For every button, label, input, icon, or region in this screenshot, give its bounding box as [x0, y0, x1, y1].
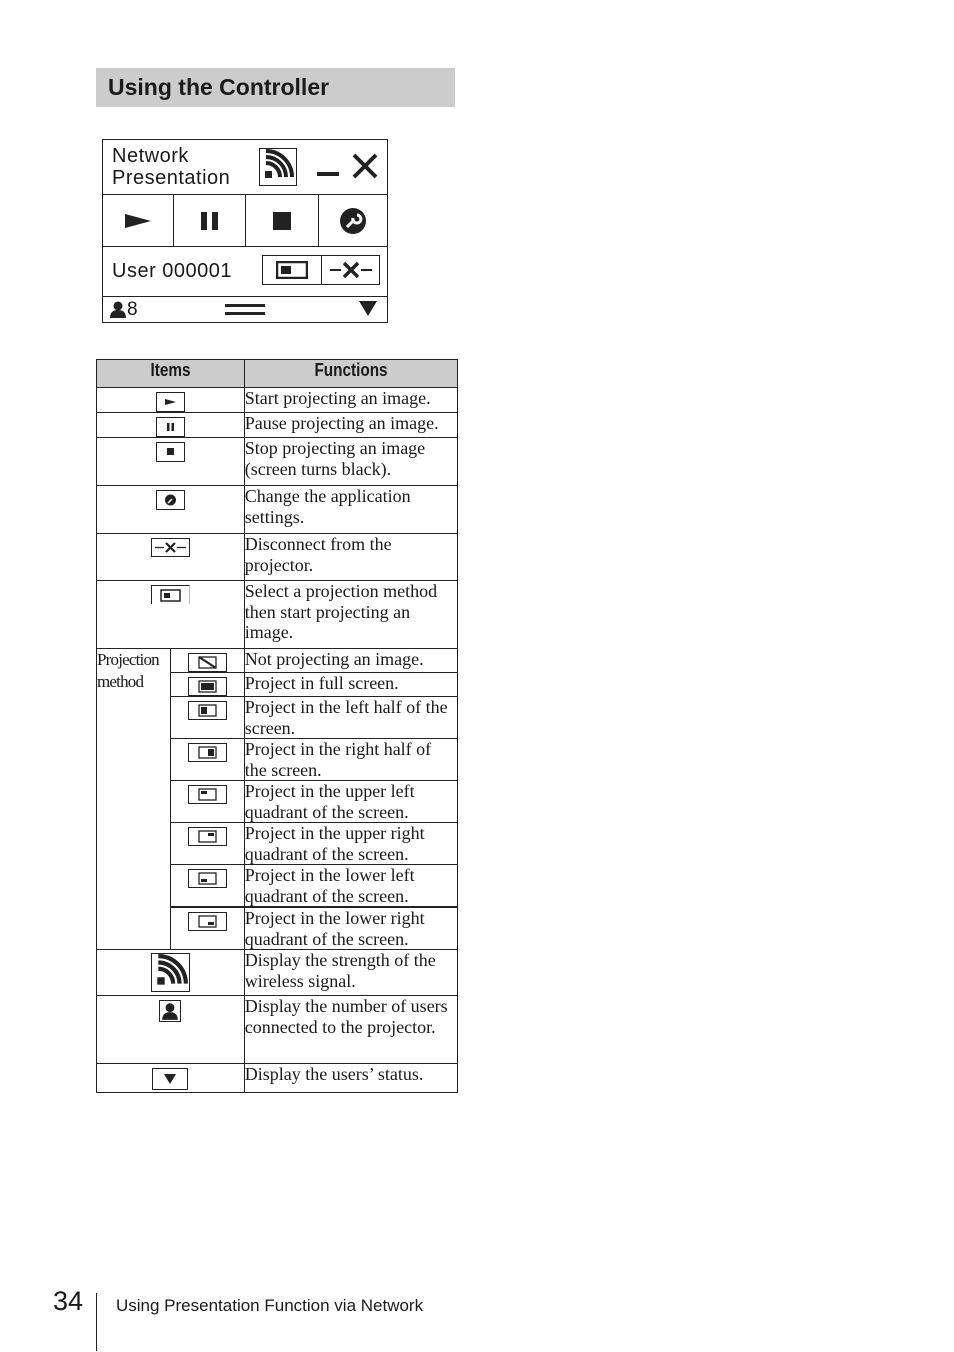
stop-icon	[273, 211, 291, 230]
play-button[interactable]	[103, 195, 174, 246]
lower-left-icon	[187, 869, 227, 888]
disconnect-icon	[329, 261, 372, 279]
function-text: Project in the upper left quadrant of th…	[243, 780, 459, 823]
dropdown-triangle-icon	[359, 301, 377, 316]
function-text: Project in the left half of the screen.	[243, 696, 459, 739]
signal-strength-icon	[259, 148, 297, 186]
not-projecting-icon	[187, 653, 227, 672]
table-row: Start projecting an image.	[96, 387, 459, 413]
full-screen-icon	[187, 677, 227, 696]
controller-title-bar: Network Presentation	[103, 140, 387, 195]
play-icon	[155, 392, 185, 412]
play-icon	[125, 213, 151, 228]
footer-divider	[96, 1293, 97, 1351]
table-row: Disconnect from the projector.	[96, 533, 459, 581]
table-row: Display the number of users connected to…	[96, 995, 459, 1064]
items-functions-table: Items Functions Start projecting an imag…	[96, 359, 459, 1093]
controller-toolbar	[103, 195, 387, 247]
upper-left-icon	[187, 785, 227, 804]
function-text: Start projecting an image.	[243, 387, 459, 413]
controller-window: Network Presentation User 000001 8	[102, 139, 388, 323]
title-line-1: Network	[112, 145, 189, 167]
projection-method-button[interactable]	[262, 255, 322, 285]
user-count: 8	[109, 299, 138, 321]
user-count-value: 8	[127, 299, 138, 320]
user-status-dropdown[interactable]	[359, 301, 377, 317]
function-text: Display the strength of the wireless sig…	[243, 949, 459, 996]
function-text: Project in the right half of the screen.	[243, 738, 459, 781]
function-text: Project in the lower right quadrant of t…	[243, 906, 459, 950]
user-name: User 000001	[112, 260, 233, 282]
function-text: Disconnect from the projector.	[243, 533, 459, 581]
controller-title: Network Presentation	[112, 145, 230, 189]
projection-method-label: Projection method	[96, 648, 171, 950]
wrench-icon	[340, 207, 366, 234]
function-text: Pause projecting an image.	[243, 412, 459, 438]
stop-button[interactable]	[246, 195, 319, 246]
pause-icon	[155, 417, 185, 437]
title-line-2: Presentation	[112, 167, 231, 189]
left-half-icon	[276, 261, 308, 279]
disconnect-icon	[150, 538, 190, 557]
close-button[interactable]	[351, 152, 379, 180]
pause-icon	[200, 211, 218, 230]
user-icon	[159, 1000, 182, 1022]
function-text: Project in the upper right quadrant of t…	[243, 822, 459, 865]
table-header-row: Items Functions	[96, 359, 459, 388]
close-icon	[352, 153, 378, 179]
table-row: Display the strength of the wireless sig…	[96, 949, 459, 996]
function-text: Stop projecting an image (screen turns b…	[243, 437, 459, 486]
function-text: Display the number of users connected to…	[243, 995, 459, 1064]
table-row: Projection method Not projecting an imag…	[96, 648, 459, 950]
pause-button[interactable]	[174, 195, 246, 246]
right-half-icon	[187, 743, 227, 762]
projection-method-icon	[150, 585, 190, 604]
chapter-title: Using Presentation Function via Network	[116, 1296, 424, 1315]
left-half-icon	[187, 701, 227, 720]
table-row: Select a projection method then start pr…	[96, 580, 459, 649]
table-row: Pause projecting an image.	[96, 412, 459, 438]
user-icon	[110, 301, 126, 318]
header-items: Items	[96, 359, 245, 388]
controller-status-bar: 8	[103, 297, 387, 322]
page-number: 34	[53, 1286, 84, 1316]
minimize-button[interactable]	[315, 154, 341, 182]
disconnect-button[interactable]	[322, 255, 380, 285]
function-text: Project in full screen.	[243, 672, 459, 697]
upper-right-icon	[187, 827, 227, 846]
resize-handle[interactable]	[225, 302, 265, 316]
function-text: Project in the lower left quadrant of th…	[243, 864, 459, 908]
lower-right-icon	[187, 912, 227, 931]
stop-icon	[155, 442, 185, 462]
table-row: Stop projecting an image (screen turns b…	[96, 437, 459, 486]
table-row: Display the users’ status.	[96, 1063, 459, 1093]
header-functions: Functions	[243, 359, 459, 388]
table-row: Change the application settings.	[96, 485, 459, 534]
function-text: Change the application settings.	[243, 485, 459, 534]
function-text: Not projecting an image.	[243, 648, 459, 673]
settings-button[interactable]	[319, 195, 387, 246]
dropdown-triangle-icon	[152, 1068, 189, 1090]
section-title: Using the Controller	[96, 68, 455, 107]
signal-strength-icon	[150, 953, 190, 992]
function-text: Display the users’ status.	[243, 1063, 459, 1093]
controller-user-row: User 000001	[103, 247, 387, 297]
function-text: Select a projection method then start pr…	[243, 580, 459, 649]
wrench-icon	[155, 490, 185, 510]
